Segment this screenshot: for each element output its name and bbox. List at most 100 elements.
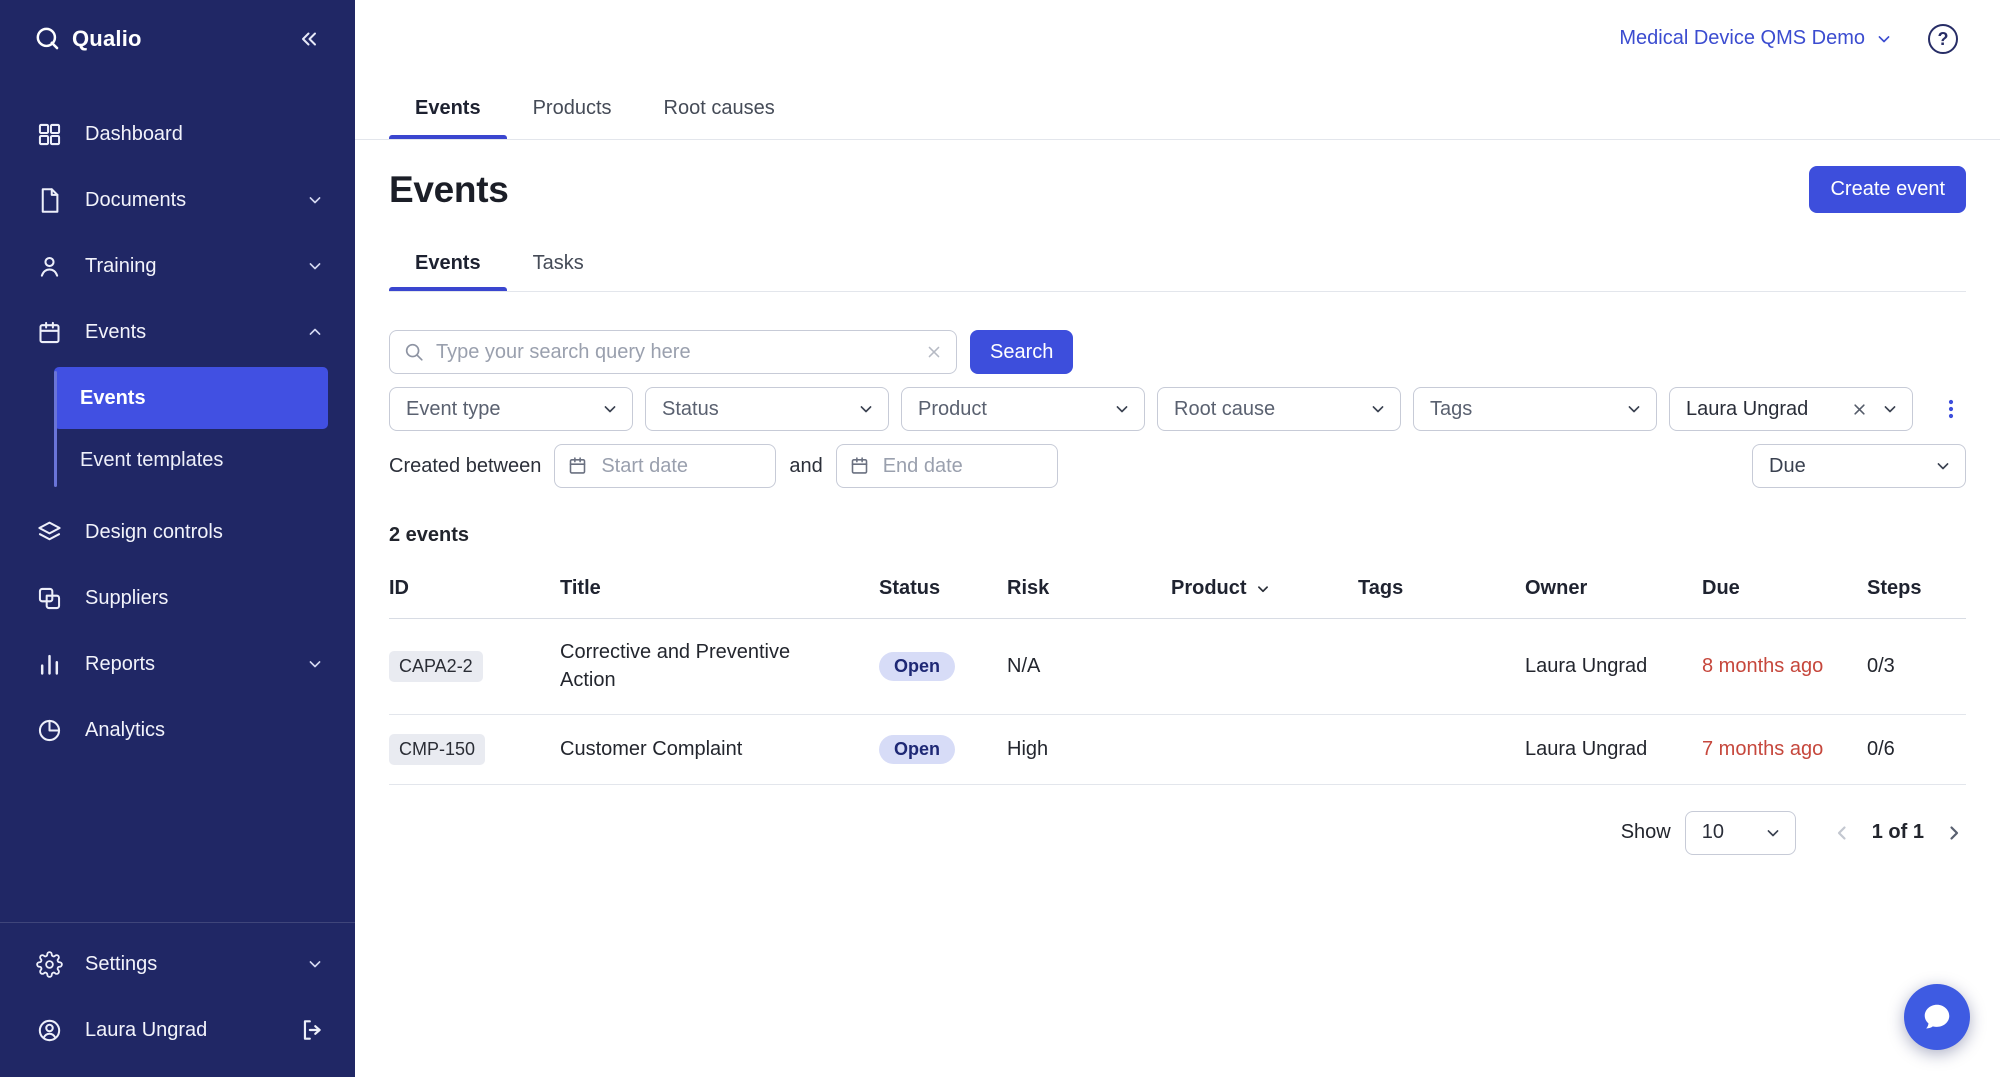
due-filter[interactable]: Due [1752, 444, 1966, 488]
column-label: Steps [1867, 577, 1921, 600]
sidebar-item-settings[interactable]: Settings [0, 931, 355, 997]
cell-id: CMP-150 [389, 734, 560, 765]
chevron-down-icon [1933, 456, 1953, 476]
create-event-button[interactable]: Create event [1809, 166, 1966, 213]
workspace-selector[interactable]: Medical Device QMS Demo [1619, 27, 1894, 50]
qualio-logo-icon [34, 25, 61, 52]
column-header-due[interactable]: Due [1702, 577, 1867, 600]
column-header-status[interactable]: Status [879, 577, 1007, 600]
tab-products[interactable]: Products [507, 77, 638, 139]
sidebar-item-label: Settings [85, 953, 157, 976]
cell-due: 7 months ago [1702, 738, 1867, 761]
sidebar-item-label: Suppliers [85, 587, 168, 610]
search-button[interactable]: Search [970, 330, 1073, 374]
column-header-risk[interactable]: Risk [1007, 577, 1171, 600]
chevron-down-icon [1112, 399, 1132, 419]
previous-page-button[interactable] [1830, 821, 1854, 845]
table-row[interactable]: CMP-150 Customer Complaint Open High Lau… [389, 715, 1966, 785]
chevron-down-icon [305, 654, 325, 674]
column-header-title[interactable]: Title [560, 577, 879, 600]
filter-row: Event type Status Product Root cause Tag… [389, 387, 1966, 431]
column-header-tags[interactable]: Tags [1358, 577, 1525, 600]
sidebar-item-design-controls[interactable]: Design controls [0, 499, 355, 565]
sidebar-subitem-events[interactable]: Events [54, 367, 328, 429]
chevron-down-icon [1368, 399, 1388, 419]
status-badge: Open [879, 735, 955, 764]
chevron-up-icon [305, 322, 325, 342]
product-filter[interactable]: Product [901, 387, 1145, 431]
tab-events[interactable]: Events [389, 77, 507, 139]
column-header-steps[interactable]: Steps [1867, 577, 1966, 600]
search-input[interactable] [389, 330, 957, 374]
more-filters-button[interactable] [1936, 387, 1966, 431]
sidebar-user-row[interactable]: Laura Ungrad [0, 997, 355, 1063]
double-chevron-left-icon [297, 27, 321, 51]
sidebar-item-reports[interactable]: Reports [0, 631, 355, 697]
document-icon [36, 187, 63, 214]
column-header-id[interactable]: ID [389, 577, 560, 600]
chat-launcher-button[interactable] [1904, 984, 1970, 1050]
sidebar-item-training[interactable]: Training [0, 233, 355, 299]
sidebar-item-events[interactable]: Events [0, 299, 355, 365]
help-button[interactable]: ? [1928, 24, 1958, 54]
avatar-icon [36, 1017, 63, 1044]
sidebar-nav: Dashboard Documents Training [0, 77, 355, 922]
search-icon [403, 341, 425, 363]
chevron-down-icon [305, 954, 325, 974]
tab-label: Tasks [533, 252, 584, 274]
kebab-menu-icon [1939, 397, 1963, 421]
next-page-button[interactable] [1942, 821, 1966, 845]
column-label: Product [1171, 577, 1247, 600]
tags-filter[interactable]: Tags [1413, 387, 1657, 431]
sidebar-item-label: Dashboard [85, 123, 183, 146]
cell-title: Customer Complaint [560, 735, 879, 763]
sidebar-item-label: Documents [85, 189, 186, 212]
logout-button[interactable] [299, 1017, 325, 1043]
layers-icon [36, 519, 63, 546]
page-size-select[interactable]: 10 [1685, 811, 1796, 855]
sidebar-collapse-button[interactable] [293, 23, 325, 55]
owner-filter[interactable]: Laura Ungrad [1669, 387, 1913, 431]
sidebar-item-suppliers[interactable]: Suppliers [0, 565, 355, 631]
chevron-right-icon [1942, 821, 1966, 845]
primary-tabs: Events Products Root causes [355, 77, 2000, 140]
sidebar-item-dashboard[interactable]: Dashboard [0, 101, 355, 167]
column-header-product[interactable]: Product [1171, 577, 1358, 600]
column-label: Due [1702, 577, 1740, 600]
status-filter[interactable]: Status [645, 387, 889, 431]
sidebar-item-documents[interactable]: Documents [0, 167, 355, 233]
cell-due: 8 months ago [1702, 655, 1867, 678]
sidebar-item-label: Events [85, 321, 146, 344]
sidebar-item-label: Analytics [85, 719, 165, 742]
workspace-name: Medical Device QMS Demo [1619, 27, 1865, 50]
cell-status: Open [879, 735, 1007, 764]
close-icon [924, 342, 944, 362]
cell-status: Open [879, 652, 1007, 681]
page-content: Events Create event Events Tasks [355, 140, 2000, 1077]
chevron-down-icon [600, 399, 620, 419]
qualio-logo: Qualio [34, 25, 142, 52]
column-label: ID [389, 577, 409, 600]
events-table: ID Title Status Risk Product Tags Owner … [389, 565, 1966, 785]
calendar-icon [849, 455, 870, 476]
filter-label: Root cause [1174, 398, 1275, 421]
tab-root-causes[interactable]: Root causes [638, 77, 801, 139]
column-header-owner[interactable]: Owner [1525, 577, 1702, 600]
sort-chevron-down-icon [1254, 580, 1272, 598]
root-cause-filter[interactable]: Root cause [1157, 387, 1401, 431]
subtab-events[interactable]: Events [389, 237, 507, 291]
search-row: Search [389, 330, 1966, 374]
table-row[interactable]: CAPA2-2 Corrective and Preventive Action… [389, 619, 1966, 715]
event-id-chip: CAPA2-2 [389, 651, 483, 682]
sidebar-item-label: Training [85, 255, 157, 278]
chevron-down-icon [305, 190, 325, 210]
event-type-filter[interactable]: Event type [389, 387, 633, 431]
clear-search-button[interactable] [924, 342, 944, 362]
cell-steps: 0/3 [1867, 655, 1966, 678]
subtab-tasks[interactable]: Tasks [507, 237, 610, 291]
sidebar-subitem-event-templates[interactable]: Event templates [54, 429, 328, 491]
sidebar-item-analytics[interactable]: Analytics [0, 697, 355, 763]
clear-owner-filter-button[interactable] [1850, 400, 1869, 419]
filter-value: Laura Ungrad [1686, 398, 1808, 421]
date-filter-row: Created between and Due [389, 444, 1966, 488]
